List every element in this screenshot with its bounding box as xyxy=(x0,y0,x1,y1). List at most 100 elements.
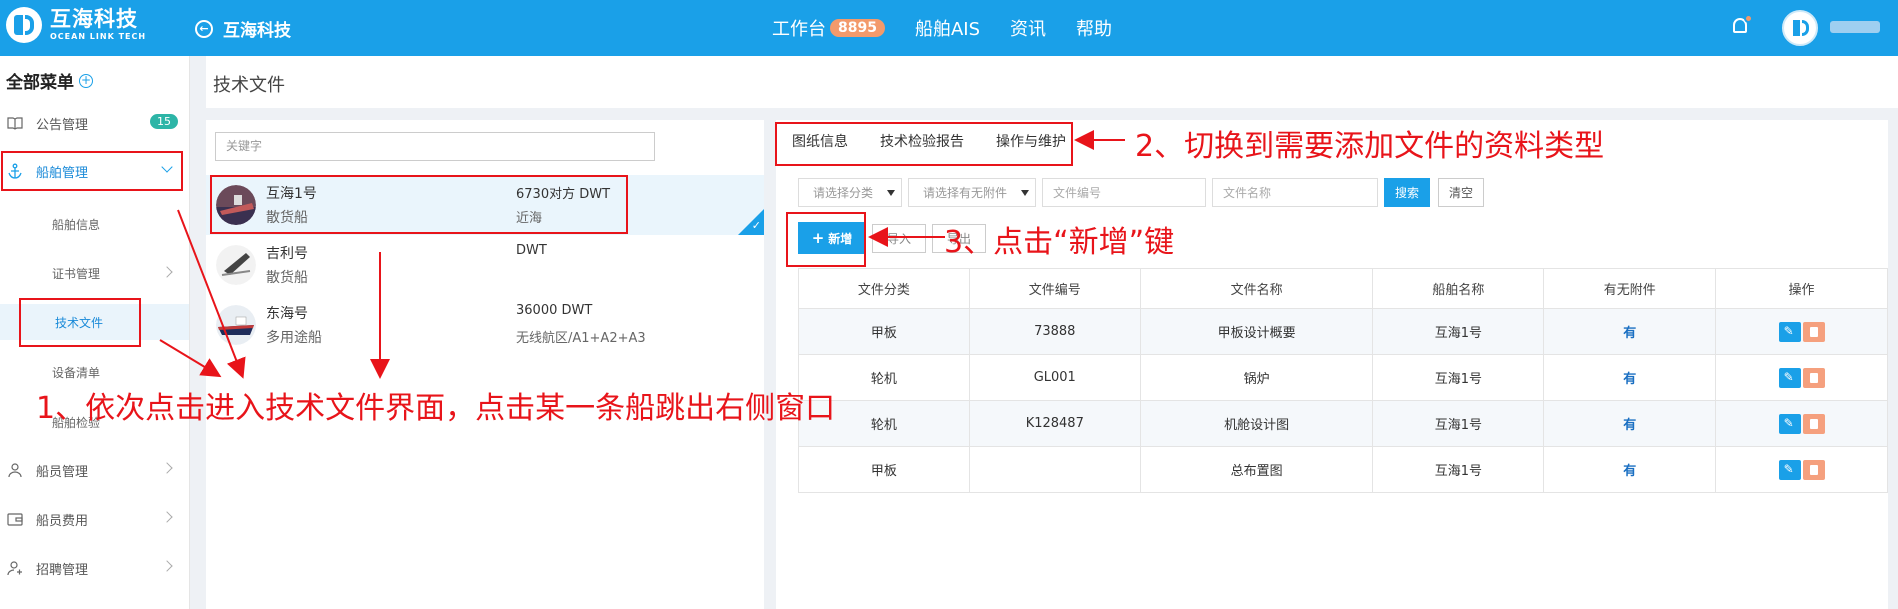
sidebar-item-ship-info[interactable]: 船舶信息 xyxy=(0,206,189,242)
notification-bell-icon[interactable] xyxy=(1730,14,1753,40)
cell-ship-name: 互海1号 xyxy=(1372,354,1545,401)
cell-file-name: 机舱设计图 xyxy=(1139,400,1374,447)
file-name-placeholder: 文件名称 xyxy=(1223,186,1272,200)
delete-icon[interactable] xyxy=(1802,459,1825,480)
wallet-icon xyxy=(7,513,23,526)
top-nav: 工作台 8895 船舶AIS 资讯 帮助 xyxy=(772,15,1142,41)
user-avatar[interactable] xyxy=(1782,10,1818,46)
tab-operation-maintenance[interactable]: 操作与维护 xyxy=(980,131,1082,151)
sidebar-item-recruitment[interactable]: 招聘管理 xyxy=(0,549,189,587)
nav-help[interactable]: 帮助 xyxy=(1076,15,1112,41)
user-icon xyxy=(8,463,22,478)
ship-row-selected[interactable]: 互海1号 散货船 6730对方 DWT 近海 ✓ xyxy=(206,175,764,235)
cell-attachment[interactable]: 有 xyxy=(1543,308,1717,355)
clear-button[interactable]: 清空 xyxy=(1438,178,1484,207)
sidebar-item-ship-management[interactable]: 船舶管理 xyxy=(0,152,189,190)
edit-icon[interactable] xyxy=(1778,413,1801,434)
search-placeholder: 关键字 xyxy=(226,139,263,153)
sidebar-item-label: 船舶管理 xyxy=(36,165,89,181)
brand-logo[interactable]: 互海科技 OCEAN LINK TECH xyxy=(6,7,146,43)
tab-drawings[interactable]: 图纸信息 xyxy=(776,131,864,151)
caret-down-icon xyxy=(1021,190,1029,196)
doc-type-tabs: 图纸信息 技术检验报告 操作与维护 xyxy=(776,120,1082,162)
sidebar-item-crew-management[interactable]: 船员管理 xyxy=(0,451,189,489)
ship-search-input[interactable]: 关键字 xyxy=(215,132,655,161)
cell-actions xyxy=(1715,354,1888,401)
brand-tagline: OCEAN LINK TECH xyxy=(50,32,147,41)
file-number-input[interactable]: 文件编号 xyxy=(1042,178,1206,207)
delete-icon[interactable] xyxy=(1802,367,1825,388)
col-category[interactable]: 文件分类 xyxy=(798,268,970,309)
sidebar-item-certificates[interactable]: 证书管理 xyxy=(0,255,189,291)
user-name-redacted[interactable] xyxy=(1830,21,1880,33)
tab-inspection-reports[interactable]: 技术检验报告 xyxy=(864,131,980,151)
attachment-select[interactable]: 请选择有无附件 xyxy=(908,178,1036,207)
table-row[interactable]: 甲板 总布置图 互海1号 有 xyxy=(798,446,1888,493)
chevron-down-icon xyxy=(161,161,173,173)
cell-file-name: 甲板设计概要 xyxy=(1139,308,1374,355)
file-name-input[interactable]: 文件名称 xyxy=(1212,178,1378,207)
sidebar-item-label: 公告管理 xyxy=(36,117,89,133)
col-file-number[interactable]: 文件编号 xyxy=(968,268,1141,309)
sidebar-item-crew-expenses[interactable]: 船员费用 xyxy=(0,500,189,538)
import-button[interactable]: 导入 xyxy=(872,224,926,253)
cell-attachment[interactable]: 有 xyxy=(1543,400,1717,447)
ship-dwt: DWT xyxy=(516,243,547,258)
ship-type: 散货船 xyxy=(266,210,308,226)
ship-photo xyxy=(216,305,256,345)
delete-icon[interactable] xyxy=(1802,413,1825,434)
cell-attachment[interactable]: 有 xyxy=(1543,446,1717,493)
add-button[interactable]: + 新增 xyxy=(798,222,866,254)
nav-ship-ais[interactable]: 船舶AIS xyxy=(915,15,980,41)
page-title: 技术文件 xyxy=(213,75,285,96)
anchor-icon xyxy=(8,163,22,179)
cell-ship-name: 互海1号 xyxy=(1372,400,1545,447)
col-ship-name[interactable]: 船舶名称 xyxy=(1372,268,1545,309)
col-file-name[interactable]: 文件名称 xyxy=(1139,268,1374,309)
nav-workbench[interactable]: 工作台 8895 xyxy=(772,15,885,41)
annotation-step1: 1、依次点击进入技术文件界面，点击某一条船跳出右侧窗口 xyxy=(36,391,836,426)
search-button[interactable]: 搜索 xyxy=(1384,178,1430,207)
table-row[interactable]: 轮机 K128487 机舱设计图 互海1号 有 xyxy=(798,400,1888,447)
cell-category: 甲板 xyxy=(798,308,970,355)
table-row[interactable]: 轮机 GL001 锅炉 互海1号 有 xyxy=(798,354,1888,401)
add-button-label: 新增 xyxy=(828,231,853,246)
workbench-count-badge: 8895 xyxy=(830,19,885,37)
cell-actions xyxy=(1715,400,1888,447)
ship-photo xyxy=(216,185,256,225)
recruit-user-icon xyxy=(7,561,22,576)
back-link[interactable]: ← 互海科技 xyxy=(195,16,291,41)
annotation-step2: 2、切换到需要添加文件的资料类型 xyxy=(1135,129,1605,164)
edit-icon[interactable] xyxy=(1778,459,1801,480)
nav-news[interactable]: 资讯 xyxy=(1010,15,1046,41)
col-attachment[interactable]: 有无附件 xyxy=(1543,268,1717,309)
attachment-select-label: 请选择有无附件 xyxy=(923,186,1008,200)
caret-down-icon xyxy=(887,190,895,196)
chevron-right-icon xyxy=(161,462,173,474)
edit-icon[interactable] xyxy=(1778,321,1801,342)
delete-icon[interactable] xyxy=(1802,321,1825,342)
plus-icon: + xyxy=(811,229,825,247)
sidebar-item-label: 船员费用 xyxy=(36,513,89,529)
add-menu-icon[interactable]: + xyxy=(79,73,93,88)
ship-name: 吉利号 xyxy=(266,246,308,262)
cell-attachment[interactable]: 有 xyxy=(1543,354,1717,401)
ship-name: 互海1号 xyxy=(266,186,317,202)
ship-type: 散货船 xyxy=(266,270,308,286)
top-bar: 互海科技 OCEAN LINK TECH ← 互海科技 工作台 8895 船舶A… xyxy=(0,0,1898,56)
sidebar-item-tech-docs[interactable]: 技术文件 xyxy=(0,304,189,340)
filter-bar: 请选择分类 请选择有无附件 文件编号 文件名称 搜索 清空 xyxy=(798,178,1484,207)
table-row[interactable]: 甲板 73888 甲板设计概要 互海1号 有 xyxy=(798,308,1888,355)
cell-category: 甲板 xyxy=(798,446,970,493)
sidebar-item-label: 船员管理 xyxy=(36,464,89,480)
category-select[interactable]: 请选择分类 xyxy=(798,178,902,207)
sidebar-item-announcements[interactable]: 公告管理 15 xyxy=(0,104,189,142)
edit-icon[interactable] xyxy=(1778,367,1801,388)
chevron-right-icon xyxy=(161,266,173,278)
annotation-step3: 3、点击“新增”键 xyxy=(944,225,1175,260)
col-actions: 操作 xyxy=(1715,268,1888,309)
ship-row[interactable]: 吉利号 散货船 DWT xyxy=(206,235,764,295)
ship-row[interactable]: 东海号 多用途船 36000 DWT 无线航区/A1+A2+A3 xyxy=(206,295,764,355)
import-button-label: 导入 xyxy=(886,232,911,246)
chevron-right-icon xyxy=(161,511,173,523)
